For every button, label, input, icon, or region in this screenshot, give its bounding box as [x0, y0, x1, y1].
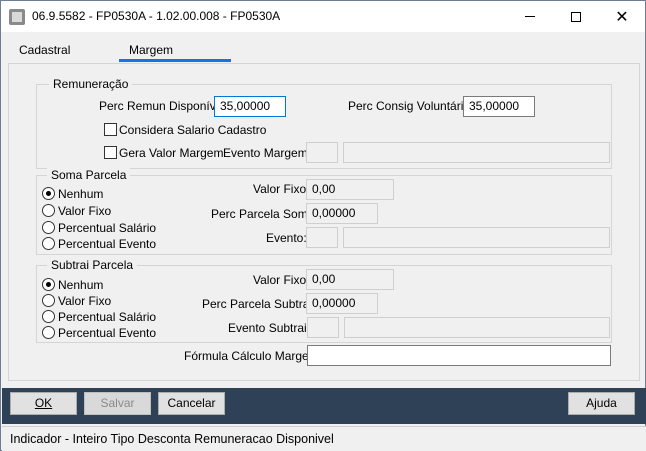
subtrai-perc-parcela-input[interactable]: 0,00000: [306, 293, 378, 314]
formula-label: Fórmula Cálculo Margem:: [184, 349, 323, 363]
soma-option-percentual-salario-label: Percentual Salário: [58, 221, 157, 235]
tab-cadastral[interactable]: Cadastral: [9, 40, 80, 62]
soma-option-nenhum-label: Nenhum: [58, 187, 104, 201]
cancelar-button-label: Cancelar: [167, 396, 216, 410]
soma-valor-fixo-input[interactable]: 0,00: [306, 179, 394, 200]
window-title: 06.9.5582 - FP0530A - 1.02.00.008 - FP05…: [32, 9, 281, 23]
perc-remun-input[interactable]: 35,00000: [214, 96, 286, 117]
tab-strip: Cadastral Margem: [2, 40, 644, 64]
minimize-icon: [525, 16, 535, 17]
soma-radio-nenhum[interactable]: [42, 187, 55, 200]
app-icon: [9, 9, 25, 25]
soma-evento-code-input[interactable]: [306, 227, 338, 248]
soma-evento-label: Evento:: [266, 231, 307, 245]
subtrai-radio-valor-fixo[interactable]: [42, 294, 55, 307]
evento-margem-desc-input[interactable]: [343, 142, 610, 163]
soma-radio-valor-fixo[interactable]: [42, 204, 55, 217]
dialog-window: 06.9.5582 - FP0530A - 1.02.00.008 - FP05…: [0, 0, 646, 451]
title-bar: 06.9.5582 - FP0530A - 1.02.00.008 - FP05…: [1, 1, 645, 32]
group-subtrai-title: Subtrai Parcela: [47, 258, 138, 272]
considera-salario-checkbox[interactable]: [104, 123, 117, 136]
subtrai-option-percentual-salario-label: Percentual Salário: [58, 310, 157, 324]
soma-perc-parcela-input[interactable]: 0,00000: [306, 203, 378, 224]
evento-margem-code-input[interactable]: [306, 142, 338, 163]
close-icon: ✕: [615, 8, 629, 26]
evento-margem-label: Evento Margem:: [223, 146, 312, 160]
soma-perc-parcela-label: Perc Parcela Soma:: [211, 207, 318, 221]
subtrai-valor-fixo-label: Valor Fixo:: [253, 273, 310, 287]
perc-remun-label: Perc Remun Disponível:: [99, 99, 229, 113]
subtrai-valor-fixo-input[interactable]: 0,00: [306, 269, 394, 290]
gera-valor-label: Gera Valor Margem: [119, 146, 224, 160]
tab-panel-margem: Remuneração Perc Remun Disponível: 35,00…: [8, 63, 640, 381]
active-tab-indicator: [119, 59, 231, 62]
maximize-button[interactable]: [553, 1, 599, 32]
subtrai-evento-desc-input[interactable]: [344, 317, 610, 338]
status-bar: Indicador - Inteiro Tipo Desconta Remune…: [2, 426, 646, 451]
cancelar-button[interactable]: Cancelar: [158, 392, 225, 415]
formula-input[interactable]: [307, 345, 611, 366]
salvar-button[interactable]: Salvar: [84, 392, 151, 415]
tab-margem-label: Margem: [129, 43, 174, 57]
subtrai-evento-code-input[interactable]: [307, 317, 339, 338]
subtrai-perc-parcela-label: Perc Parcela Subtrai:: [202, 297, 316, 311]
tab-margem[interactable]: Margem: [119, 40, 231, 62]
soma-option-valor-fixo-label: Valor Fixo: [58, 204, 112, 218]
ajuda-button-label: Ajuda: [586, 396, 617, 410]
soma-option-percentual-evento-label: Percentual Evento: [58, 237, 157, 251]
gera-valor-checkbox[interactable]: [104, 146, 117, 159]
subtrai-radio-percentual-evento[interactable]: [42, 326, 55, 339]
group-remuneracao-title: Remuneração: [49, 77, 133, 91]
soma-valor-fixo-label: Valor Fixo:: [253, 182, 310, 196]
considera-salario-label: Considera Salario Cadastro: [119, 123, 267, 137]
group-soma-title: Soma Parcela: [47, 168, 131, 182]
subtrai-radio-percentual-salario[interactable]: [42, 310, 55, 323]
perc-consig-input[interactable]: 35,00000: [463, 96, 535, 117]
ok-button-label: OK: [34, 396, 53, 410]
perc-consig-label: Perc Consig Voluntária:: [348, 99, 474, 113]
salvar-button-label: Salvar: [100, 396, 135, 410]
close-button[interactable]: ✕: [599, 1, 645, 32]
soma-radio-percentual-salario[interactable]: [42, 221, 55, 234]
subtrai-option-nenhum-label: Nenhum: [58, 278, 104, 292]
maximize-icon: [571, 11, 581, 22]
subtrai-evento-label: Evento Subtrai:: [228, 321, 311, 335]
subtrai-option-valor-fixo-label: Valor Fixo: [58, 294, 112, 308]
button-bar: OK Salvar Cancelar Ajuda: [2, 388, 646, 424]
subtrai-radio-nenhum[interactable]: [42, 278, 55, 291]
subtrai-option-percentual-evento-label: Percentual Evento: [58, 326, 157, 340]
ajuda-button[interactable]: Ajuda: [568, 392, 635, 415]
ok-button[interactable]: OK: [10, 392, 77, 415]
minimize-button[interactable]: [507, 1, 553, 32]
soma-radio-percentual-evento[interactable]: [42, 237, 55, 250]
soma-evento-desc-input[interactable]: [343, 227, 610, 248]
